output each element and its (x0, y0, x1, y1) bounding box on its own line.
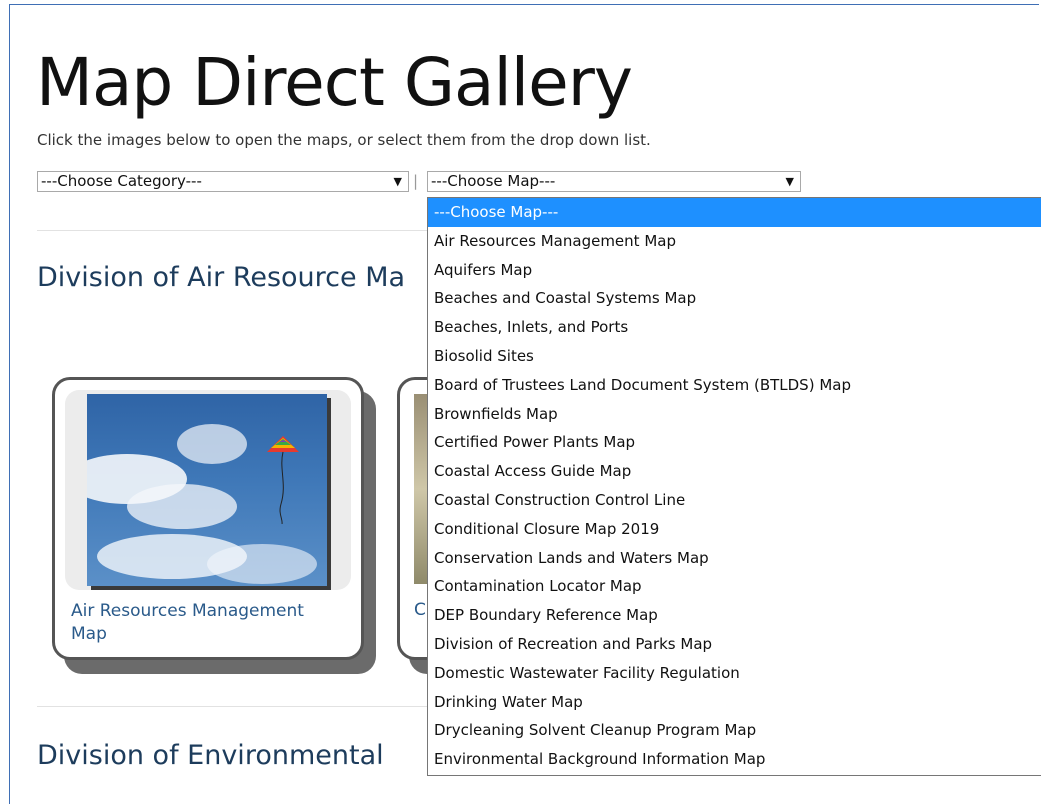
dropdown-option[interactable]: Certified Power Plants Map (428, 428, 1041, 457)
dropdown-option[interactable]: ---Choose Map--- (428, 198, 1041, 227)
dropdown-option[interactable]: Conservation Lands and Waters Map (428, 544, 1041, 573)
map-select[interactable]: ---Choose Map--- ▼ (427, 171, 801, 192)
section-heading-environmental: Division of Environmental (37, 740, 384, 771)
category-select-value: ---Choose Category--- (41, 172, 202, 190)
filter-separator: | (413, 172, 419, 190)
sky-kite-thumbnail[interactable] (87, 394, 327, 586)
dropdown-option[interactable]: Coastal Access Guide Map (428, 457, 1041, 486)
map-select-value: ---Choose Map--- (431, 172, 556, 190)
card-caption[interactable]: Air Resources Management Map (71, 600, 341, 646)
dropdown-option[interactable]: Drinking Water Map (428, 688, 1041, 717)
section-heading-air: Division of Air Resource Ma (37, 262, 406, 293)
dropdown-option[interactable]: Aquifers Map (428, 256, 1041, 285)
dropdown-arrow-icon: ▼ (393, 175, 402, 188)
map-dropdown-list[interactable]: ---Choose Map--- Air Resources Managemen… (427, 197, 1041, 776)
dropdown-option[interactable]: DEP Boundary Reference Map (428, 601, 1041, 630)
dropdown-option[interactable]: Conditional Closure Map 2019 (428, 515, 1041, 544)
dropdown-option[interactable]: Board of Trustees Land Document System (… (428, 371, 1041, 400)
dropdown-option[interactable]: Domestic Wastewater Facility Regulation (428, 659, 1041, 688)
dropdown-option[interactable]: Environmental Background Information Map (428, 745, 1041, 774)
dropdown-option[interactable]: Division of Recreation and Parks Map (428, 630, 1041, 659)
dropdown-option[interactable]: Beaches and Coastal Systems Map (428, 284, 1041, 313)
dropdown-option[interactable]: Brownfields Map (428, 400, 1041, 429)
dropdown-option[interactable]: Drycleaning Solvent Cleanup Program Map (428, 716, 1041, 745)
dropdown-option[interactable]: Biosolid Sites (428, 342, 1041, 371)
dropdown-option[interactable]: Air Resources Management Map (428, 227, 1041, 256)
dropdown-arrow-icon: ▼ (785, 175, 794, 188)
map-card-air-resources[interactable]: Air Resources Management Map (52, 377, 364, 660)
dropdown-option[interactable]: Beaches, Inlets, and Ports (428, 313, 1041, 342)
dropdown-option[interactable]: Coastal Construction Control Line (428, 486, 1041, 515)
section-divider (37, 230, 427, 231)
page-title: Map Direct Gallery (36, 44, 633, 121)
dropdown-option[interactable]: Contamination Locator Map (428, 572, 1041, 601)
section-divider (37, 706, 427, 707)
page-subtitle: Click the images below to open the maps,… (37, 131, 651, 149)
kite-icon (267, 436, 299, 524)
category-select[interactable]: ---Choose Category--- ▼ (37, 171, 409, 192)
card-caption[interactable]: C (414, 600, 426, 620)
